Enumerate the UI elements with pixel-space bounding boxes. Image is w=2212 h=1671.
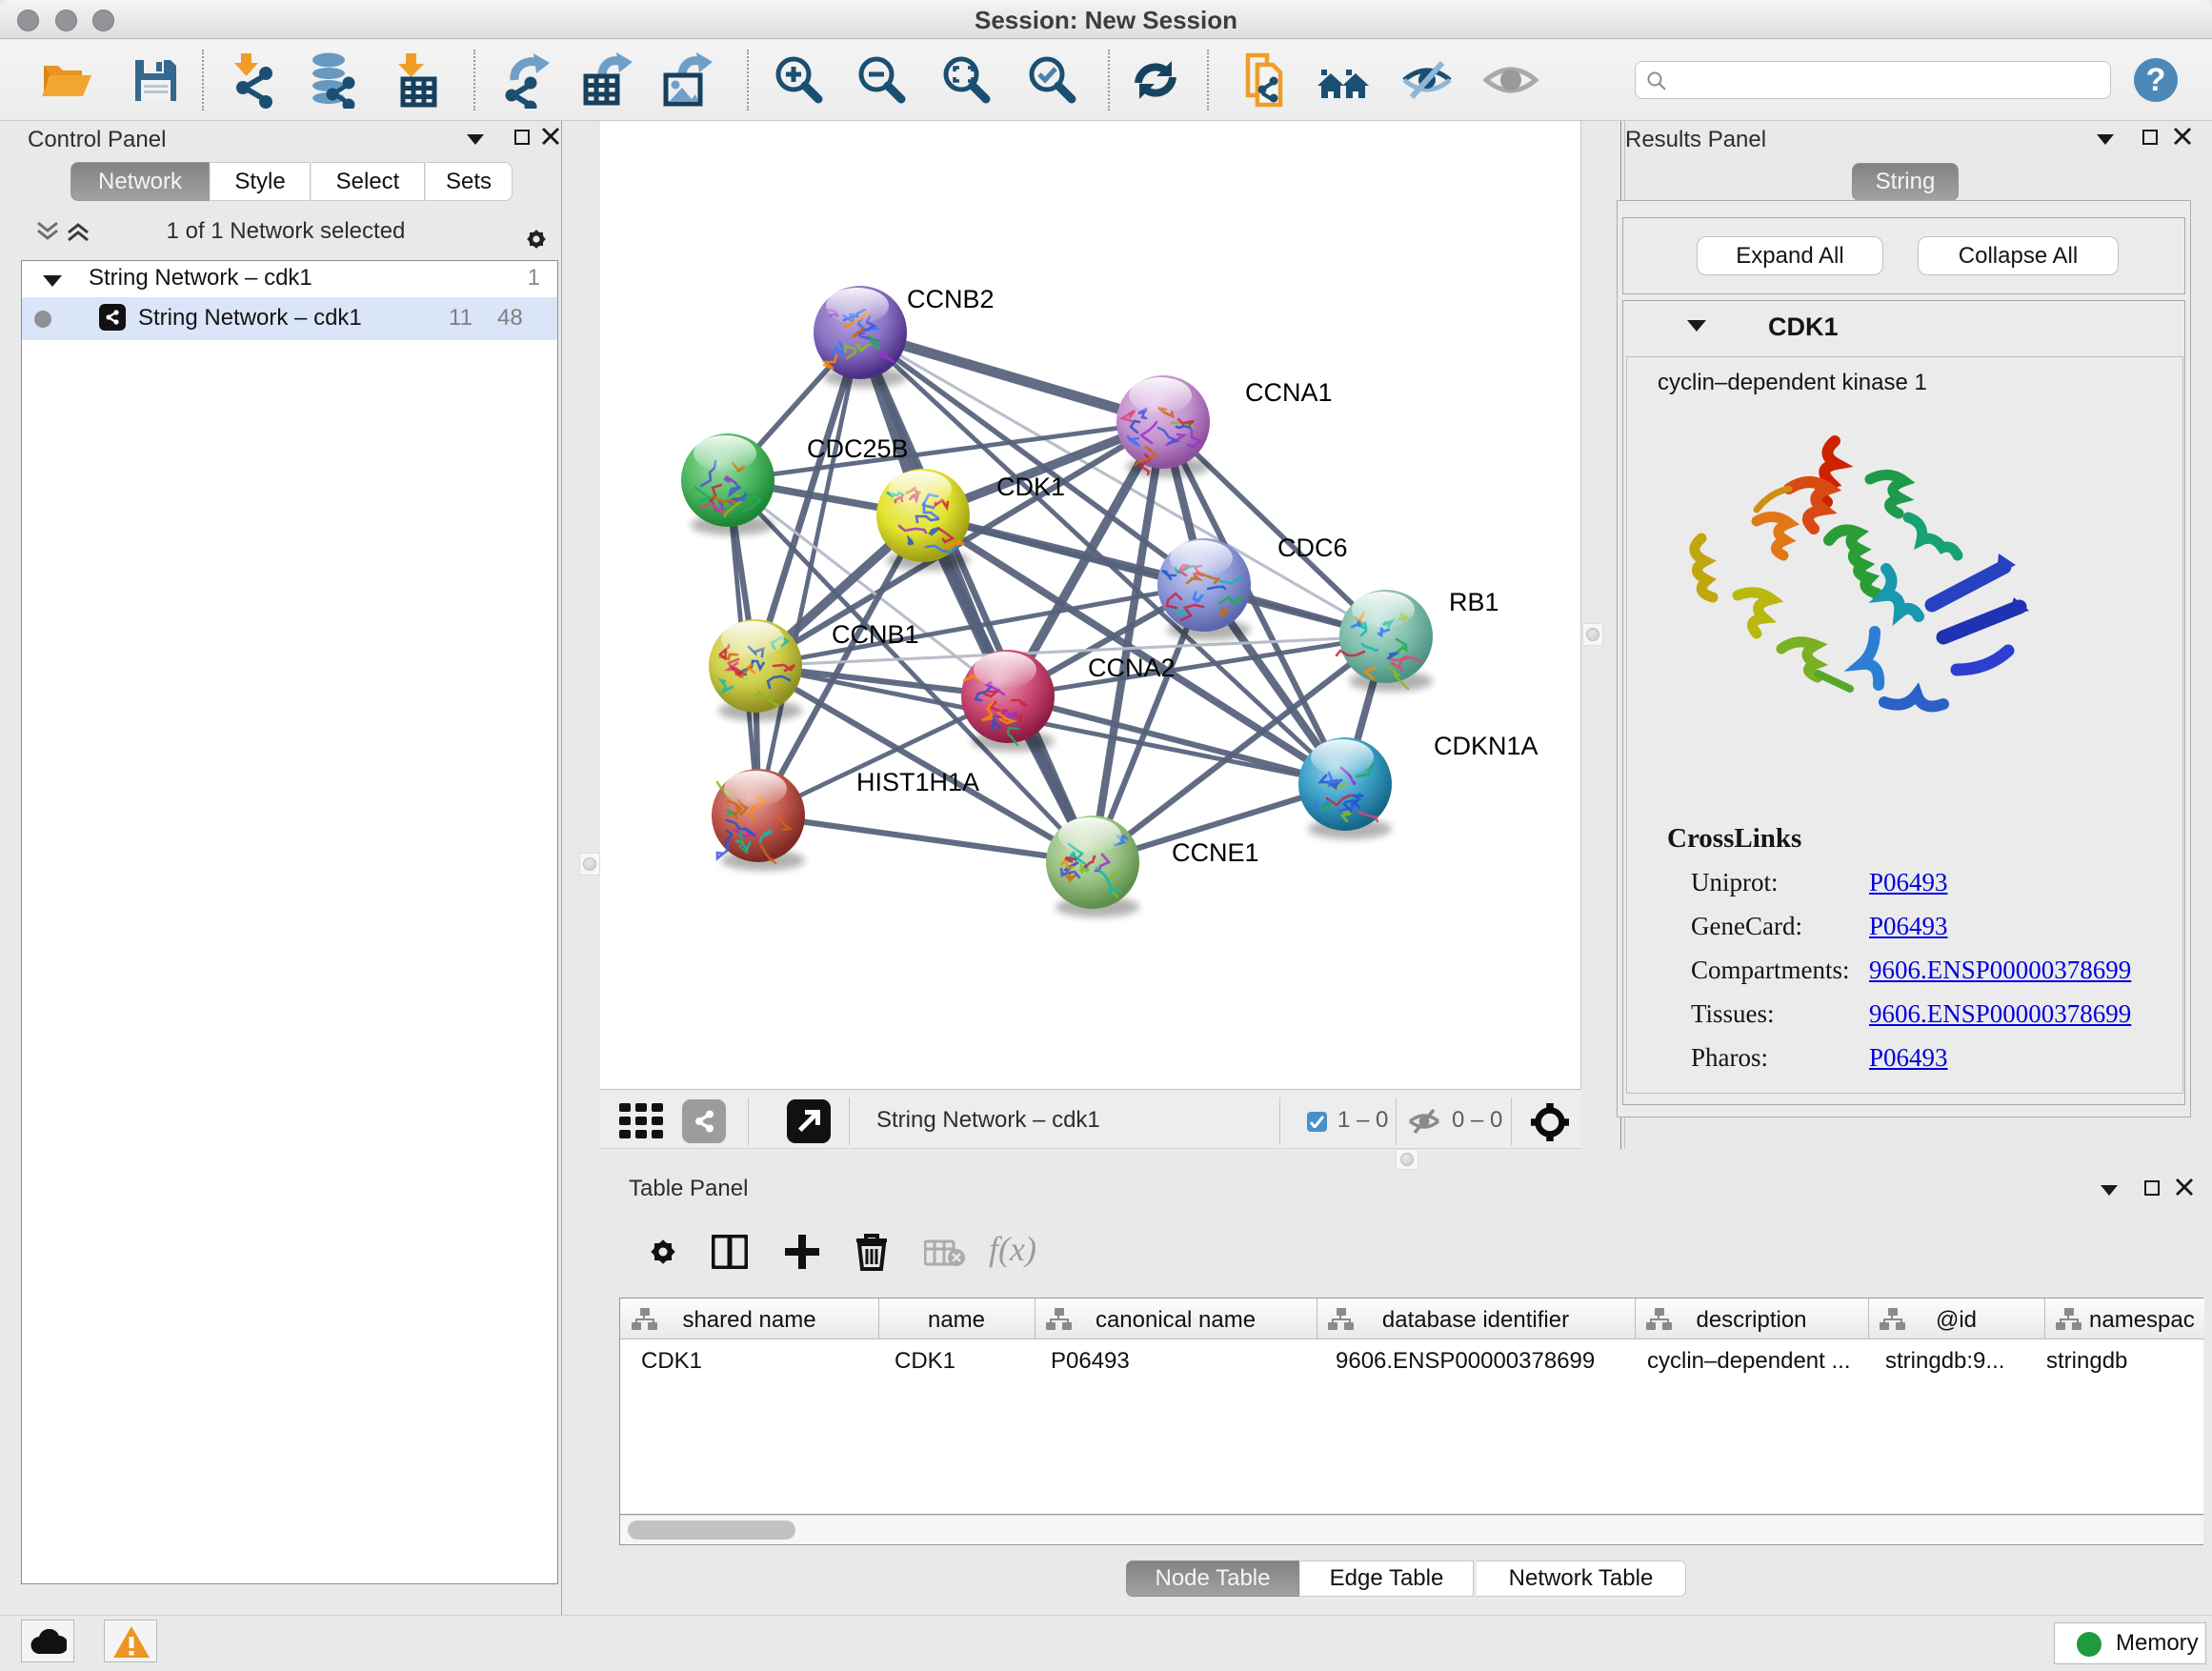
- svg-text:CCNB1: CCNB1: [832, 620, 919, 649]
- svg-text:CCNB2: CCNB2: [907, 285, 995, 313]
- svg-text:HIST1H1A: HIST1H1A: [856, 768, 979, 796]
- svg-text:CDK1: CDK1: [996, 473, 1065, 501]
- svg-text:CCNE1: CCNE1: [1172, 838, 1259, 867]
- svg-text:CDKN1A: CDKN1A: [1434, 732, 1538, 760]
- svg-text:CDC6: CDC6: [1277, 534, 1348, 562]
- svg-text:?: ?: [2146, 62, 2166, 98]
- svg-text:CCNA2: CCNA2: [1088, 654, 1176, 682]
- svg-text:CCNA1: CCNA1: [1245, 378, 1333, 407]
- svg-text:RB1: RB1: [1449, 588, 1499, 616]
- svg-text:CDC25B: CDC25B: [807, 434, 909, 463]
